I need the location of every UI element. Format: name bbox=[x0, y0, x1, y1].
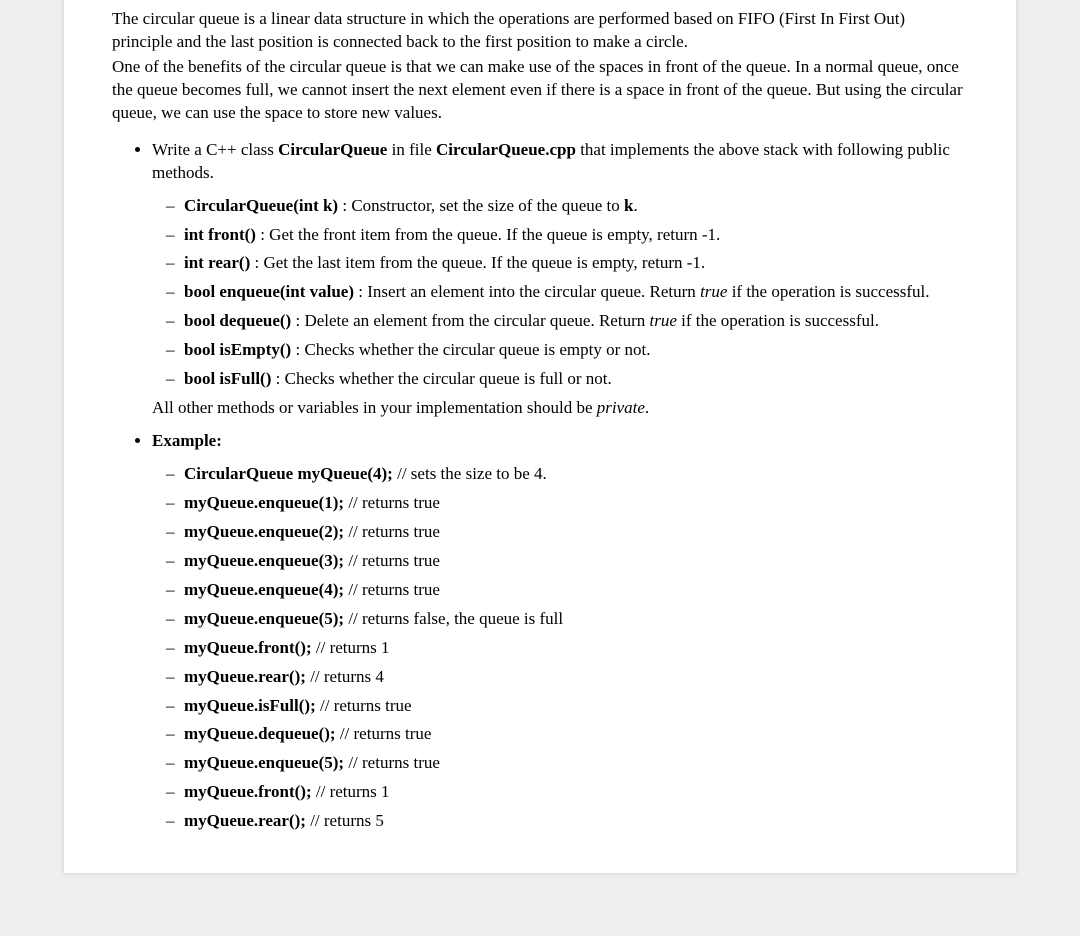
example-comment: // sets the size to be 4. bbox=[393, 464, 547, 483]
example-bullet: Example: CircularQueue myQueue(4); // se… bbox=[152, 430, 968, 833]
method-sep: : bbox=[291, 311, 304, 330]
example-code: myQueue.front(); bbox=[184, 638, 312, 657]
example-comment: // returns true bbox=[316, 696, 412, 715]
example-line: myQueue.front(); // returns 1 bbox=[184, 637, 968, 660]
example-line: myQueue.dequeue(); // returns true bbox=[184, 723, 968, 746]
example-code: myQueue.enqueue(1); bbox=[184, 493, 344, 512]
document-page: The circular queue is a linear data stru… bbox=[64, 0, 1016, 873]
example-code: myQueue.rear(); bbox=[184, 811, 306, 830]
example-code: myQueue.enqueue(5); bbox=[184, 609, 344, 628]
method-signature: int front() bbox=[184, 225, 256, 244]
method-item: bool isFull() : Checks whether the circu… bbox=[184, 368, 968, 391]
example-code: myQueue.dequeue(); bbox=[184, 724, 336, 743]
example-line: myQueue.rear(); // returns 5 bbox=[184, 810, 968, 833]
example-line: myQueue.enqueue(2); // returns true bbox=[184, 521, 968, 544]
example-code: CircularQueue myQueue(4); bbox=[184, 464, 393, 483]
example-comment: // returns 5 bbox=[306, 811, 384, 830]
example-line: myQueue.front(); // returns 1 bbox=[184, 781, 968, 804]
method-signature: bool isFull() bbox=[184, 369, 271, 388]
example-line: myQueue.enqueue(4); // returns true bbox=[184, 579, 968, 602]
method-desc-italic: true bbox=[650, 311, 677, 330]
method-desc: Delete an element from the circular queu… bbox=[304, 311, 649, 330]
method-item: bool enqueue(int value) : Insert an elem… bbox=[184, 281, 968, 304]
method-desc: Get the last item from the queue. If the… bbox=[263, 253, 705, 272]
method-sep: : bbox=[338, 196, 351, 215]
example-code: myQueue.isFull(); bbox=[184, 696, 316, 715]
private-note-italic: private bbox=[597, 398, 645, 417]
example-code: myQueue.rear(); bbox=[184, 667, 306, 686]
method-desc-post: if the operation is successful. bbox=[677, 311, 879, 330]
method-signature: int rear() bbox=[184, 253, 250, 272]
page-wrapper: The circular queue is a linear data stru… bbox=[0, 0, 1080, 873]
example-line: myQueue.rear(); // returns 4 bbox=[184, 666, 968, 689]
method-signature: CircularQueue(int k) bbox=[184, 196, 338, 215]
example-line: CircularQueue myQueue(4); // sets the si… bbox=[184, 463, 968, 486]
method-desc: Get the front item from the queue. If th… bbox=[269, 225, 720, 244]
example-line: myQueue.enqueue(1); // returns true bbox=[184, 492, 968, 515]
method-signature: bool enqueue(int value) bbox=[184, 282, 354, 301]
example-line: myQueue.enqueue(5); // returns true bbox=[184, 752, 968, 775]
example-list: CircularQueue myQueue(4); // sets the si… bbox=[152, 463, 968, 833]
task-bullet-class: Write a C++ class CircularQueue in file … bbox=[152, 139, 968, 420]
method-sep: : bbox=[291, 340, 304, 359]
example-line: myQueue.enqueue(3); // returns true bbox=[184, 550, 968, 573]
task-classname: CircularQueue bbox=[278, 140, 387, 159]
method-sep: : bbox=[256, 225, 269, 244]
example-comment: // returns true bbox=[344, 551, 440, 570]
method-item: bool isEmpty() : Checks whether the circ… bbox=[184, 339, 968, 362]
method-desc: Constructor, set the size of the queue t… bbox=[351, 196, 624, 215]
method-signature: bool dequeue() bbox=[184, 311, 291, 330]
example-comment: // returns 1 bbox=[312, 782, 390, 801]
task-list: Write a C++ class CircularQueue in file … bbox=[112, 139, 968, 834]
task-filename: CircularQueue.cpp bbox=[436, 140, 576, 159]
method-item: int front() : Get the front item from th… bbox=[184, 224, 968, 247]
method-desc: Insert an element into the circular queu… bbox=[367, 282, 700, 301]
method-item: CircularQueue(int k) : Constructor, set … bbox=[184, 195, 968, 218]
task-text-mid: in file bbox=[387, 140, 436, 159]
method-item: int rear() : Get the last item from the … bbox=[184, 252, 968, 275]
example-comment: // returns true bbox=[344, 493, 440, 512]
example-heading: Example: bbox=[152, 431, 222, 450]
method-signature: bool isEmpty() bbox=[184, 340, 291, 359]
example-code: myQueue.enqueue(4); bbox=[184, 580, 344, 599]
example-code: myQueue.enqueue(5); bbox=[184, 753, 344, 772]
task-text-pre: Write a C++ class bbox=[152, 140, 278, 159]
example-code: myQueue.enqueue(2); bbox=[184, 522, 344, 541]
example-line: myQueue.enqueue(5); // returns false, th… bbox=[184, 608, 968, 631]
method-desc-post: if the operation is successful. bbox=[727, 282, 929, 301]
example-comment: // returns true bbox=[344, 522, 440, 541]
example-code: myQueue.enqueue(3); bbox=[184, 551, 344, 570]
example-line: myQueue.isFull(); // returns true bbox=[184, 695, 968, 718]
method-sep: : bbox=[271, 369, 284, 388]
method-desc-italic: true bbox=[700, 282, 727, 301]
methods-list: CircularQueue(int k) : Constructor, set … bbox=[152, 195, 968, 392]
intro-paragraph-2: One of the benefits of the circular queu… bbox=[112, 56, 968, 125]
example-comment: // returns 4 bbox=[306, 667, 384, 686]
private-note-post: . bbox=[645, 398, 649, 417]
example-comment: // returns false, the queue is full bbox=[344, 609, 563, 628]
method-item: bool dequeue() : Delete an element from … bbox=[184, 310, 968, 333]
private-note: All other methods or variables in your i… bbox=[152, 397, 968, 420]
method-desc: Checks whether the circular queue is emp… bbox=[304, 340, 650, 359]
example-comment: // returns 1 bbox=[312, 638, 390, 657]
example-comment: // returns true bbox=[344, 753, 440, 772]
method-desc-post: . bbox=[633, 196, 637, 215]
example-comment: // returns true bbox=[344, 580, 440, 599]
private-note-pre: All other methods or variables in your i… bbox=[152, 398, 597, 417]
example-code: myQueue.front(); bbox=[184, 782, 312, 801]
example-comment: // returns true bbox=[336, 724, 432, 743]
method-desc: Checks whether the circular queue is ful… bbox=[285, 369, 612, 388]
method-sep: : bbox=[354, 282, 367, 301]
method-sep: : bbox=[250, 253, 263, 272]
intro-paragraph-1: The circular queue is a linear data stru… bbox=[112, 8, 968, 54]
